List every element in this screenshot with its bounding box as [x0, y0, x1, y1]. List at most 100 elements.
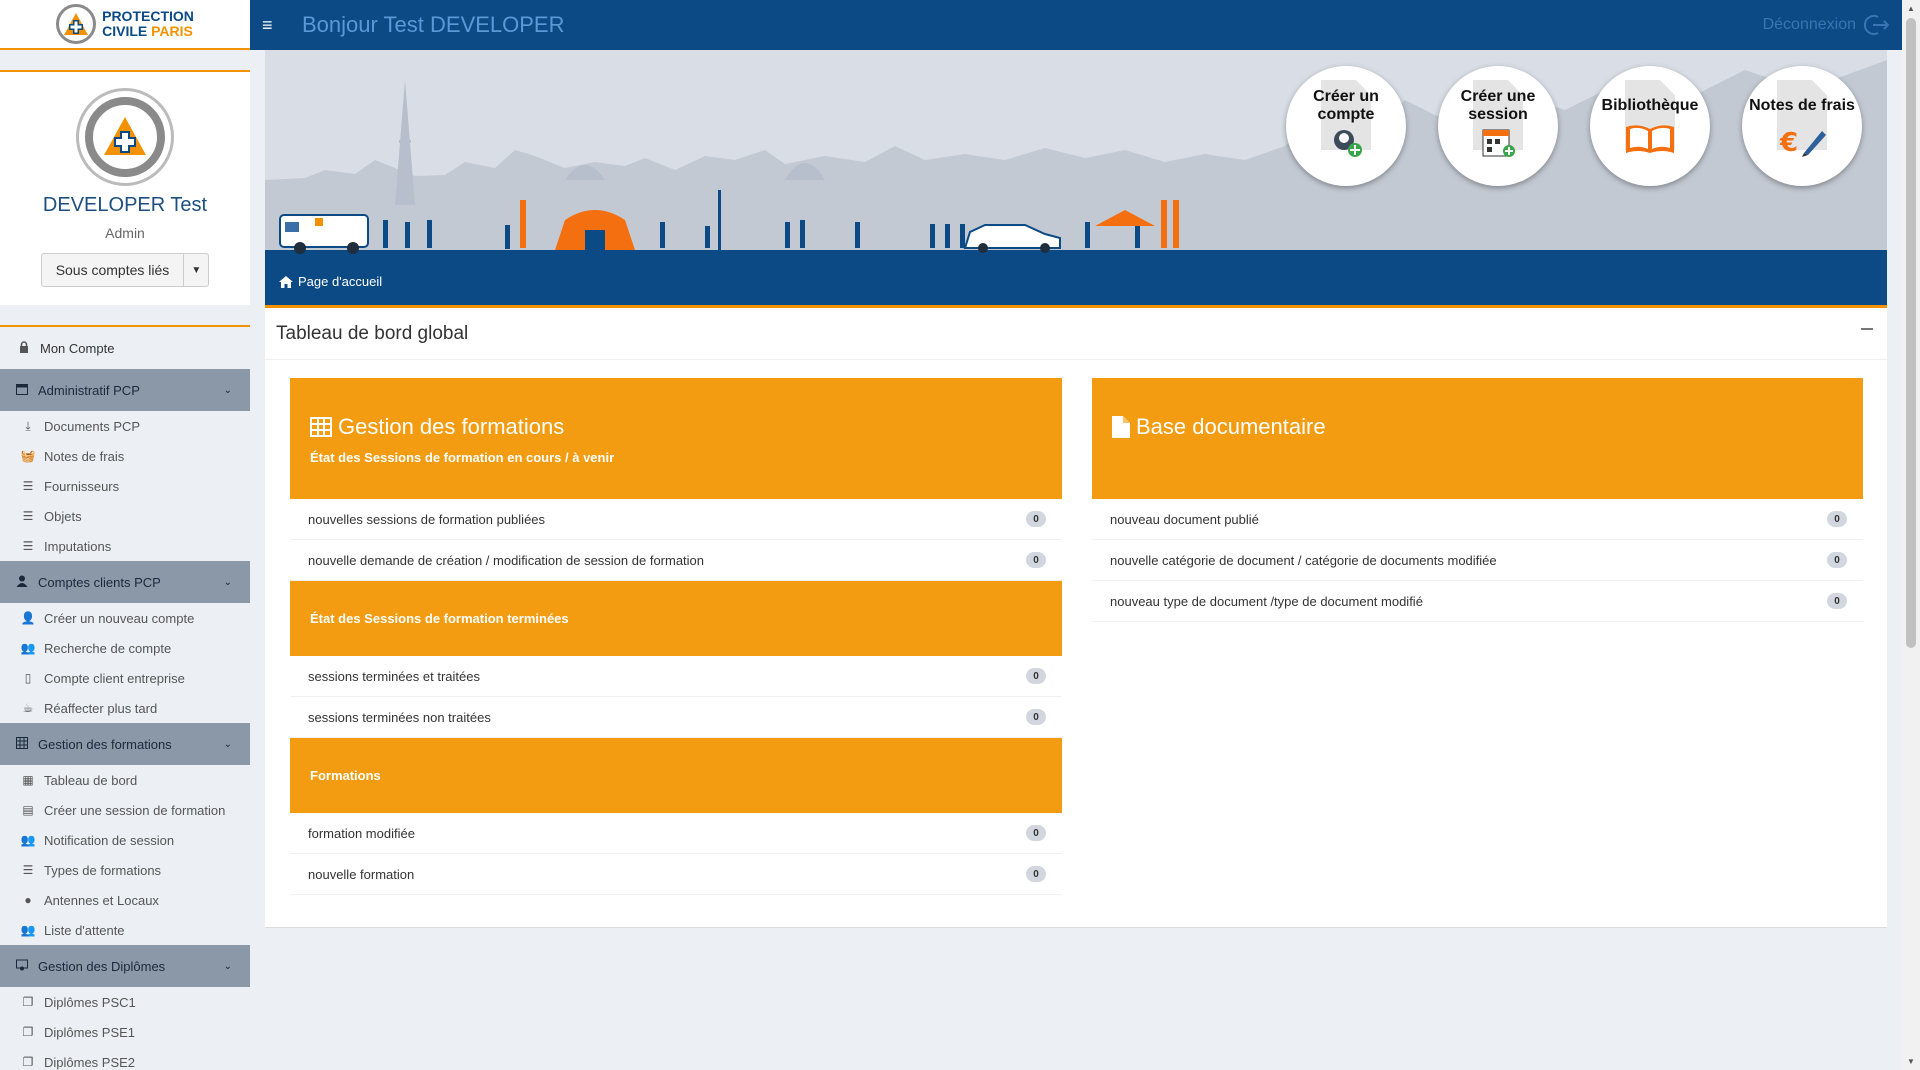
- formations-panel-header: Gestion des formations État des Sessions…: [290, 378, 1062, 499]
- count-badge: 0: [1827, 511, 1847, 527]
- shortcut-create-account[interactable]: Créer un compte: [1286, 66, 1406, 186]
- user-panel: DEVELOPER Test Admin Sous comptes liés ▼: [0, 70, 250, 305]
- menu-section-comptes-clients[interactable]: Comptes clients PCP ⌄: [0, 561, 250, 603]
- caret-down-icon[interactable]: ▼: [184, 254, 208, 286]
- count-badge: 0: [1026, 866, 1046, 882]
- download-icon: ⤓: [25, 418, 31, 433]
- scroll-down-icon[interactable]: ▼: [1907, 1057, 1915, 1066]
- chevron-down-icon: ⌄: [223, 960, 232, 972]
- copy-icon: ❐: [22, 1025, 34, 1039]
- copy-icon: ❐: [22, 995, 34, 1009]
- count-badge: 0: [1026, 668, 1046, 684]
- list-icon: ☰: [22, 539, 34, 553]
- user-name: DEVELOPER Test: [42, 194, 208, 216]
- stat-row[interactable]: nouveau document publié 0: [1092, 499, 1863, 540]
- scrollbar-thumb[interactable]: [1906, 18, 1916, 648]
- menu-section-title: Gestion des formations: [38, 736, 172, 752]
- logout-label: Déconnexion: [1762, 16, 1856, 33]
- user-role: Admin: [105, 225, 145, 241]
- logout-button[interactable]: Déconnexion: [1763, 14, 1890, 36]
- breadcrumb-home[interactable]: Page d'accueil: [279, 274, 382, 289]
- users-icon: 👥: [20, 641, 36, 655]
- group-header: État des Sessions de formation terminées: [290, 581, 1062, 656]
- chevron-down-icon: ⌄: [223, 576, 232, 588]
- menu-item-diplomes-pse1[interactable]: ❐ Diplômes PSE1: [0, 1017, 250, 1047]
- menu-item-objets[interactable]: ☰ Objets: [0, 501, 250, 531]
- stat-row[interactable]: formation modifiée 0: [290, 813, 1062, 854]
- user-add-icon: [1334, 130, 1362, 157]
- header-banner: Créer un compte Créer une session Biblioth…: [265, 50, 1887, 258]
- documents-title: Base documentaire: [1136, 414, 1326, 439]
- stat-row[interactable]: nouveau type de document /type de docume…: [1092, 581, 1863, 622]
- menu-item-session-notification[interactable]: 👥 Notification de session: [0, 825, 250, 855]
- home-icon: [279, 275, 293, 288]
- menu-item-label: Mon Compte: [40, 340, 115, 356]
- dashboard-box: Tableau de bord global Gestion des forma…: [265, 308, 1887, 928]
- menu-item-diplomes-psc1[interactable]: ❐ Diplômes PSC1: [0, 987, 250, 1017]
- group-subtitle: État des Sessions de formation terminées: [310, 611, 569, 626]
- menu-item-imputations[interactable]: ☰ Imputations: [0, 531, 250, 561]
- dashboard-header: Tableau de bord global: [265, 308, 1887, 360]
- menu-item-company-account[interactable]: ▯ Compte client entreprise: [0, 663, 250, 693]
- sign-out-icon: [1864, 15, 1890, 35]
- menu-section-title: Administratif PCP: [38, 382, 140, 398]
- stat-row[interactable]: sessions terminées non traitées 0: [290, 697, 1062, 738]
- menu-section-gestion-diplomes[interactable]: Gestion des Diplômes ⌄: [0, 945, 250, 987]
- list-icon: ☰: [22, 479, 34, 493]
- menu-item-my-account[interactable]: Mon Compte: [0, 327, 250, 369]
- menu-item-formation-types[interactable]: ☰ Types de formations: [0, 855, 250, 885]
- stat-row[interactable]: nouvelle demande de création / modificat…: [290, 540, 1062, 581]
- sub-accounts-button[interactable]: Sous comptes liés ▼: [40, 253, 210, 287]
- logo-line1: PROTECTION: [102, 8, 194, 24]
- collapse-minus-icon[interactable]: [1861, 328, 1873, 330]
- menu-item-dashboard[interactable]: ▦ Tableau de bord: [0, 765, 250, 795]
- count-badge: 0: [1827, 593, 1847, 609]
- greeting: Bonjour Test DEVELOPER: [302, 12, 565, 37]
- calendar-plus-icon: ▤: [22, 803, 34, 817]
- users-icon: 👥: [20, 833, 36, 847]
- lock-icon: [16, 340, 32, 356]
- table-icon: [310, 417, 332, 437]
- sub-accounts-label: Sous comptes liés: [42, 254, 185, 286]
- menu-item-create-account[interactable]: 👤 Créer un nouveau compte: [0, 603, 250, 633]
- count-badge: 0: [1026, 709, 1046, 725]
- menu-item-search-account[interactable]: 👥 Recherche de compte: [0, 633, 250, 663]
- calendar-add-icon: [1482, 129, 1515, 157]
- breadcrumb-home-label: Page d'accueil: [298, 274, 383, 289]
- menu-item-waiting-list[interactable]: 👥 Liste d'attente: [0, 915, 250, 945]
- open-book-icon: [1626, 125, 1674, 153]
- table-icon: [14, 736, 30, 752]
- menu-item-fournisseurs[interactable]: ☰ Fournisseurs: [0, 471, 250, 501]
- stat-row[interactable]: nouvelles sessions de formation publiées…: [290, 499, 1062, 540]
- shortcut-create-session[interactable]: Créer une session: [1438, 66, 1558, 186]
- menu-section-administratif[interactable]: Administratif PCP ⌄: [0, 369, 250, 411]
- building-icon: ▯: [24, 671, 32, 685]
- shortcut-expense-notes[interactable]: Notes de frais €: [1742, 66, 1862, 186]
- stat-row[interactable]: nouvelle formation 0: [290, 854, 1062, 895]
- menu-item-notes-de-frais[interactable]: 🧺 Notes de frais: [0, 441, 250, 471]
- menu-item-diplomes-pse2[interactable]: ❐ Diplômes PSE2: [0, 1047, 250, 1070]
- group-subtitle: État des Sessions de formation en cours …: [310, 450, 615, 465]
- documents-panel: Base documentaire nouveau document publi…: [1092, 378, 1863, 622]
- menu-item-antennes-locaux[interactable]: ● Antennes et Locaux: [0, 885, 250, 915]
- logo-line2a: CIVILE: [102, 23, 148, 39]
- menu-toggle-icon[interactable]: ≡: [262, 15, 282, 36]
- menu-item-create-session[interactable]: ▤ Créer une session de formation: [0, 795, 250, 825]
- shortcut-library[interactable]: Bibliothèque: [1590, 66, 1710, 186]
- top-header: ≡ Bonjour Test DEVELOPER Déconnexion: [250, 0, 1902, 50]
- brand-logo[interactable]: PROTECTION CIVILE PARIS: [56, 4, 194, 44]
- users-icon: 👥: [20, 923, 36, 937]
- scroll-up-icon[interactable]: ▲: [1907, 4, 1915, 13]
- calendar-icon: [14, 383, 30, 398]
- menu-section-gestion-formations[interactable]: Gestion des formations ⌄: [0, 723, 250, 765]
- formations-panel: Gestion des formations État des Sessions…: [290, 378, 1062, 895]
- stat-row[interactable]: sessions terminées et traitées 0: [290, 656, 1062, 697]
- user-icon: [14, 575, 30, 590]
- menu-item-reassign-later[interactable]: ☕ Réaffecter plus tard: [0, 693, 250, 723]
- page-scrollbar[interactable]: ▲ ▼: [1902, 0, 1920, 1070]
- menu-item-documents-pcp[interactable]: ⤓ Documents PCP: [0, 411, 250, 441]
- stat-row[interactable]: nouvelle catégorie de document / catégor…: [1092, 540, 1863, 581]
- protection-civile-emblem-icon: [104, 117, 146, 155]
- group-header: Formations: [290, 738, 1062, 813]
- copy-icon: ❐: [22, 1055, 34, 1069]
